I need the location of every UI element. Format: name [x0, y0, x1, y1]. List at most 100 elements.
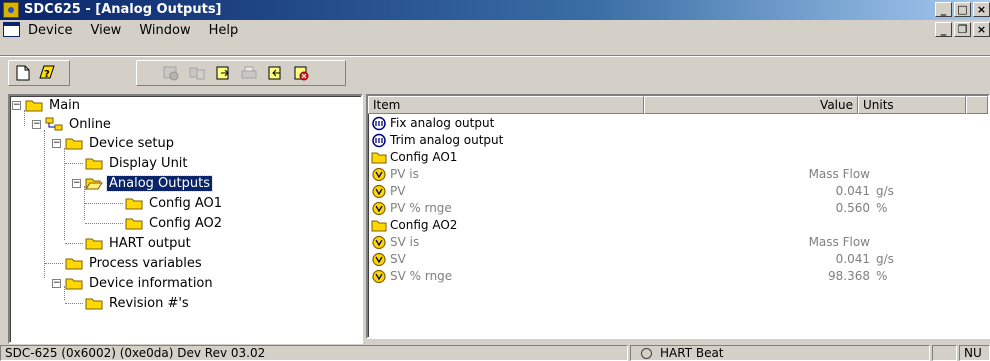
list-item-value: 0.041 [835, 252, 870, 266]
compare-icon [189, 67, 205, 80]
list-item-name: Fix analog output [390, 116, 495, 130]
tree-connector [44, 130, 45, 278]
new-button[interactable] [13, 63, 33, 83]
menu-window[interactable]: Window [137, 23, 192, 38]
list-item-name: SV is [390, 235, 420, 249]
title-bar: SDC625 - [Analog Outputs] _ □ × [0, 0, 990, 20]
column-header-value[interactable]: Value [644, 96, 858, 114]
close-device-button[interactable] [291, 63, 311, 83]
print-button[interactable] [239, 63, 259, 83]
import-button[interactable] [265, 63, 285, 83]
list-item[interactable]: SV 0.041 g/s [368, 251, 988, 268]
help-icon: ? [39, 65, 55, 80]
network-icon [45, 117, 63, 131]
tree-node-device-setup[interactable]: − Device setup [52, 134, 176, 152]
variable-icon [371, 269, 387, 284]
tree-node-config-ao1[interactable]: Config AO1 [85, 194, 224, 212]
mdi-restore-button[interactable]: ❐ [954, 22, 971, 37]
mdi-minimize-button[interactable]: _ [935, 22, 952, 37]
tree-connector [65, 303, 83, 304]
properties-button[interactable] [161, 63, 181, 83]
folder-icon [85, 238, 103, 250]
list-item[interactable]: Fix analog output [368, 115, 988, 132]
collapse-icon[interactable]: − [32, 119, 41, 129]
document-icon[interactable] [3, 22, 20, 37]
tree-node-label: Process variables [89, 255, 202, 271]
tree-node-display-unit[interactable]: Display Unit [65, 154, 190, 172]
tree-connector [65, 243, 83, 244]
status-hart-panel: HART Beat [630, 345, 930, 361]
tree-node-label: HART output [109, 235, 191, 251]
collapse-icon[interactable]: − [72, 178, 81, 188]
column-header-units[interactable]: Units [858, 96, 966, 114]
collapse-icon[interactable]: − [52, 138, 61, 148]
tree-node-analog-outputs[interactable]: − Analog Outputs [72, 174, 213, 192]
menu-help[interactable]: Help [207, 23, 241, 38]
list-item[interactable]: SV is Mass Flow [368, 234, 988, 251]
list-item[interactable]: Config AO2 [368, 217, 988, 234]
folder-icon [65, 258, 83, 270]
method-icon [371, 133, 387, 148]
collapse-icon[interactable]: − [52, 278, 61, 288]
list-item-value: Mass Flow [808, 167, 870, 181]
list-item-units: g/s [876, 184, 894, 198]
tree-node-config-ao2[interactable]: Config AO2 [85, 214, 224, 232]
list-item-name: SV % rnge [390, 269, 453, 283]
list-item[interactable]: PV % rnge 0.560% [368, 200, 988, 217]
maximize-button[interactable]: □ [954, 2, 971, 17]
tree-node-revisions[interactable]: Revision #'s [65, 294, 191, 312]
export-button[interactable] [213, 63, 233, 83]
tree-node-label: Config AO2 [149, 215, 223, 231]
tree-node-label: Revision #'s [109, 295, 189, 311]
list-item-value: Mass Flow [808, 235, 870, 249]
variable-icon [371, 235, 387, 250]
item-list[interactable]: Item Value Units Fix analog output Trim a… [366, 94, 990, 339]
folder-icon [65, 138, 83, 150]
device-tree[interactable]: − Main − Online − Device setup Display U… [8, 94, 363, 344]
tree-node-online[interactable]: − Online [32, 115, 113, 133]
variable-icon [371, 167, 387, 182]
variable-icon [371, 201, 387, 216]
tree-connector [65, 163, 83, 164]
app-icon[interactable] [3, 2, 19, 18]
folder-open-icon [85, 178, 103, 190]
menu-items: Device View Window Help [26, 23, 240, 38]
toolbar-group-device [136, 60, 346, 86]
svg-text:?: ? [44, 69, 50, 80]
list-item[interactable]: PV 0.041 g/s [368, 183, 988, 200]
compare-button[interactable] [187, 63, 207, 83]
window-title: SDC625 - [Analog Outputs] [24, 2, 222, 17]
help-button[interactable]: ? [37, 63, 57, 83]
list-item[interactable]: PV is Mass Flow [368, 166, 988, 183]
folder-icon [125, 198, 143, 210]
list-item-value: 0.041 [835, 184, 870, 198]
tree-node-device-information[interactable]: − Device information [52, 274, 215, 292]
tree-connector [45, 263, 63, 264]
tree-node-hart-output[interactable]: HART output [65, 234, 193, 252]
column-header-item[interactable]: Item [368, 96, 644, 114]
tree-node-label: Main [49, 97, 81, 113]
close-button[interactable]: × [973, 2, 990, 17]
list-item-units: % [876, 201, 888, 215]
column-header-extra[interactable] [966, 96, 988, 114]
list-item[interactable]: Trim analog output [368, 132, 988, 149]
window-controls: _ □ × [935, 2, 990, 18]
tree-node-main[interactable]: − Main [12, 96, 82, 114]
collapse-icon[interactable]: − [12, 100, 21, 110]
close-device-icon [294, 66, 309, 81]
tree-node-process-variables[interactable]: Process variables [45, 254, 204, 272]
list-item-units: g/s [876, 252, 894, 266]
menu-view[interactable]: View [88, 23, 123, 38]
list-item-value: 0.560 [835, 201, 870, 215]
mdi-close-button[interactable]: × [973, 22, 990, 37]
list-item-name: Config AO2 [390, 218, 458, 232]
folder-icon [371, 150, 387, 165]
folder-icon [371, 218, 387, 233]
horizontal-scrollbar[interactable] [366, 339, 990, 344]
minimize-button[interactable]: _ [935, 2, 952, 17]
list-item[interactable]: SV % rnge 98.368% [368, 268, 988, 285]
tree-connector [64, 148, 65, 240]
list-item-units: % [876, 269, 888, 283]
list-item[interactable]: Config AO1 [368, 149, 988, 166]
menu-device[interactable]: Device [26, 23, 74, 38]
